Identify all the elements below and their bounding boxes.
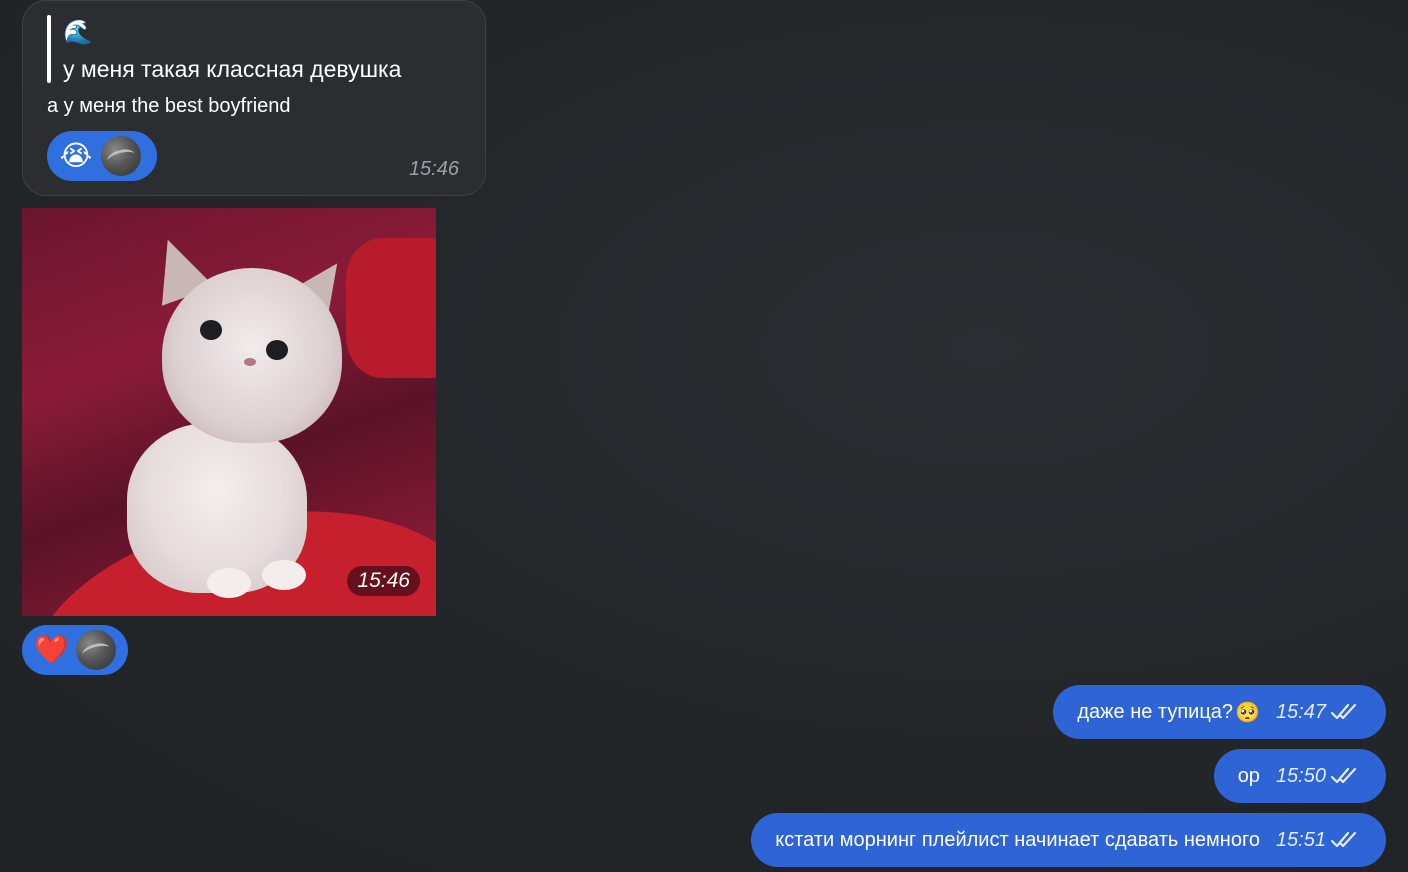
double-check-icon bbox=[1330, 767, 1357, 784]
reactor-avatar bbox=[101, 136, 141, 176]
kitten-photo[interactable]: 15:46 bbox=[22, 208, 436, 616]
kitten-eye-right bbox=[266, 340, 288, 360]
photo-time: 15:46 bbox=[347, 566, 420, 596]
message-time: 15:51 bbox=[1275, 828, 1326, 851]
message-time: 15:46 bbox=[408, 158, 459, 180]
outgoing-message[interactable]: даже не тупица? 🥺 15:47 bbox=[1053, 685, 1386, 739]
message-text: ор bbox=[1237, 764, 1260, 787]
crying-emoji: 😭 bbox=[59, 140, 93, 171]
message-text: кстати морнинг плейлист начинает сдавать… bbox=[775, 828, 1260, 851]
wave-emoji: 🌊 bbox=[63, 19, 93, 46]
incoming-message[interactable]: 🌊 у меня такая классная девушка а у меня… bbox=[22, 0, 486, 196]
double-check-icon bbox=[1330, 831, 1357, 848]
message-text: а у меня the best boyfriend bbox=[47, 95, 291, 117]
message-time: 15:47 bbox=[1275, 700, 1326, 723]
pleading-emoji: 🥺 bbox=[1235, 701, 1260, 724]
outgoing-message[interactable]: ор 15:50 bbox=[1213, 749, 1386, 803]
kitten-eye-left bbox=[200, 320, 222, 340]
double-check-icon bbox=[1330, 703, 1357, 720]
photo-reaction-pill[interactable]: ❤️ bbox=[22, 625, 128, 675]
quoted-text: у меня такая классная девушка bbox=[63, 56, 402, 82]
heart-emoji: ❤️ bbox=[34, 634, 69, 665]
reactor-avatar bbox=[76, 630, 116, 670]
kitten-paw-left bbox=[207, 568, 251, 598]
photo-cushion bbox=[346, 238, 436, 378]
chat-area: 🌊 у меня такая классная девушка а у меня… bbox=[0, 0, 1408, 872]
kitten-head bbox=[162, 268, 342, 443]
message-time: 15:50 bbox=[1275, 764, 1326, 787]
kitten-nose bbox=[244, 358, 256, 366]
message-text: даже не тупица? bbox=[1077, 700, 1234, 723]
reaction-pill[interactable]: 😭 bbox=[47, 131, 157, 181]
outgoing-message[interactable]: кстати морнинг плейлист начинает сдавать… bbox=[751, 813, 1386, 867]
kitten-paw-right bbox=[262, 560, 306, 590]
quote-bar bbox=[47, 15, 51, 83]
